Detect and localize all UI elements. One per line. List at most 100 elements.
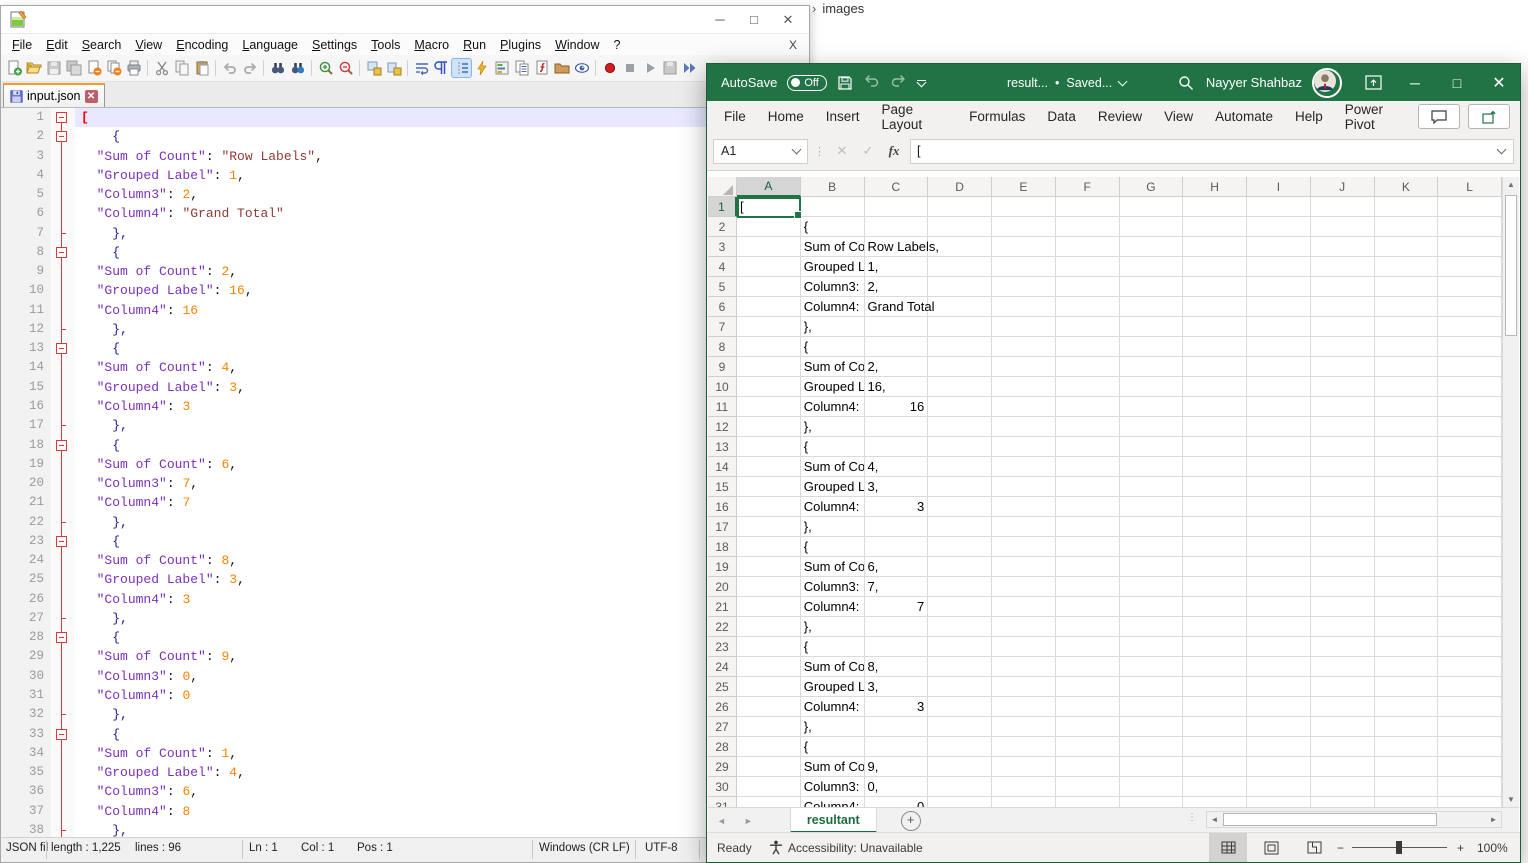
cell-L16[interactable] <box>1438 497 1502 517</box>
cell-J12[interactable] <box>1311 417 1375 437</box>
cell-K31[interactable] <box>1375 797 1439 807</box>
cell-J14[interactable] <box>1311 457 1375 477</box>
menu-settings[interactable]: Settings <box>305 36 364 54</box>
cell-A6[interactable] <box>737 297 801 317</box>
cell-G8[interactable] <box>1120 337 1184 357</box>
cell-K14[interactable] <box>1375 457 1439 477</box>
cell-E25[interactable] <box>992 677 1056 697</box>
ribbon-tab-file[interactable]: File <box>713 104 757 129</box>
cell-G31[interactable] <box>1120 797 1184 807</box>
cell-L13[interactable] <box>1438 437 1502 457</box>
cell-E28[interactable] <box>992 737 1056 757</box>
cell-H21[interactable] <box>1183 597 1247 617</box>
cell-D17[interactable] <box>928 517 992 537</box>
cell-G25[interactable] <box>1120 677 1184 697</box>
cell-F12[interactable] <box>1056 417 1120 437</box>
cell-I19[interactable] <box>1247 557 1311 577</box>
row-header-7[interactable]: 7 <box>708 317 737 337</box>
cell-A13[interactable] <box>737 437 801 457</box>
cell-I5[interactable] <box>1247 277 1311 297</box>
fold-margin[interactable] <box>51 782 75 801</box>
fold-collapse-icon[interactable] <box>56 247 67 258</box>
cell-C6[interactable]: Grand Total <box>865 297 929 317</box>
word-wrap-icon[interactable] <box>412 59 431 77</box>
zoom-out-control[interactable]: − <box>1337 833 1344 862</box>
fold-margin[interactable] <box>51 744 75 763</box>
cell-E21[interactable] <box>992 597 1056 617</box>
cell-J19[interactable] <box>1311 557 1375 577</box>
cell-H22[interactable] <box>1183 617 1247 637</box>
cell-L2[interactable] <box>1438 217 1502 237</box>
cell-L10[interactable] <box>1438 377 1502 397</box>
cell-B18[interactable]: { <box>801 537 865 557</box>
cell-B14[interactable]: Sum of Co <box>801 457 865 477</box>
cell-B7[interactable]: }, <box>801 317 865 337</box>
cell-H6[interactable] <box>1183 297 1247 317</box>
cell-D25[interactable] <box>928 677 992 697</box>
row-header-8[interactable]: 8 <box>708 337 737 357</box>
cell-K2[interactable] <box>1375 217 1439 237</box>
cell-A8[interactable] <box>737 337 801 357</box>
cell-K29[interactable] <box>1375 757 1439 777</box>
cell-I1[interactable] <box>1247 197 1311 217</box>
cell-J24[interactable] <box>1311 657 1375 677</box>
cell-D11[interactable] <box>928 397 992 417</box>
cell-E13[interactable] <box>992 437 1056 457</box>
cell-G7[interactable] <box>1120 317 1184 337</box>
cell-C4[interactable]: 1, <box>865 257 929 277</box>
cell-A14[interactable] <box>737 457 801 477</box>
menu-encoding[interactable]: Encoding <box>169 36 235 54</box>
cell-B20[interactable]: Column3: <box>801 577 865 597</box>
cell-B22[interactable]: }, <box>801 617 865 637</box>
cell-D2[interactable] <box>928 217 992 237</box>
cell-F24[interactable] <box>1056 657 1120 677</box>
cell-A25[interactable] <box>737 677 801 697</box>
cell-H19[interactable] <box>1183 557 1247 577</box>
cell-L26[interactable] <box>1438 697 1502 717</box>
user-avatar[interactable] <box>1312 68 1342 98</box>
cell-J15[interactable] <box>1311 477 1375 497</box>
cell-C7[interactable] <box>865 317 929 337</box>
sync-scroll-vertical-icon[interactable] <box>364 59 383 77</box>
cell-B21[interactable]: Column4: <box>801 597 865 617</box>
macro-play-icon[interactable] <box>640 59 659 77</box>
cell-G15[interactable] <box>1120 477 1184 497</box>
cell-B31[interactable]: Column4: <box>801 797 865 807</box>
cell-G22[interactable] <box>1120 617 1184 637</box>
cell-B25[interactable]: Grouped L <box>801 677 865 697</box>
cell-K18[interactable] <box>1375 537 1439 557</box>
cell-A21[interactable] <box>737 597 801 617</box>
cell-H11[interactable] <box>1183 397 1247 417</box>
cell-F20[interactable] <box>1056 577 1120 597</box>
cell-A17[interactable] <box>737 517 801 537</box>
cell-K4[interactable] <box>1375 257 1439 277</box>
cell-J18[interactable] <box>1311 537 1375 557</box>
cell-A15[interactable] <box>737 477 801 497</box>
cell-A24[interactable] <box>737 657 801 677</box>
cell-E23[interactable] <box>992 637 1056 657</box>
fold-margin[interactable] <box>51 358 75 377</box>
cell-G11[interactable] <box>1120 397 1184 417</box>
cell-H18[interactable] <box>1183 537 1247 557</box>
cell-D14[interactable] <box>928 457 992 477</box>
cell-C16[interactable]: 3 <box>865 497 929 517</box>
cell-K16[interactable] <box>1375 497 1439 517</box>
cell-K15[interactable] <box>1375 477 1439 497</box>
row-header-12[interactable]: 12 <box>708 417 737 437</box>
comments-button[interactable] <box>1418 104 1460 129</box>
cell-C17[interactable] <box>865 517 929 537</box>
fold-margin[interactable] <box>51 590 75 609</box>
title-dropdown-icon[interactable] <box>1118 76 1128 86</box>
column-header-G[interactable]: G <box>1120 177 1184 197</box>
cell-E31[interactable] <box>992 797 1056 807</box>
cell-H2[interactable] <box>1183 217 1247 237</box>
share-button[interactable] <box>1468 104 1510 129</box>
fold-collapse-icon[interactable] <box>56 112 67 123</box>
cell-K8[interactable] <box>1375 337 1439 357</box>
cell-I18[interactable] <box>1247 537 1311 557</box>
ribbon-tab-insert[interactable]: Insert <box>815 104 871 129</box>
row-header-19[interactable]: 19 <box>708 557 737 577</box>
fold-margin[interactable] <box>51 763 75 782</box>
fold-margin[interactable] <box>51 493 75 512</box>
row-header-24[interactable]: 24 <box>708 657 737 677</box>
